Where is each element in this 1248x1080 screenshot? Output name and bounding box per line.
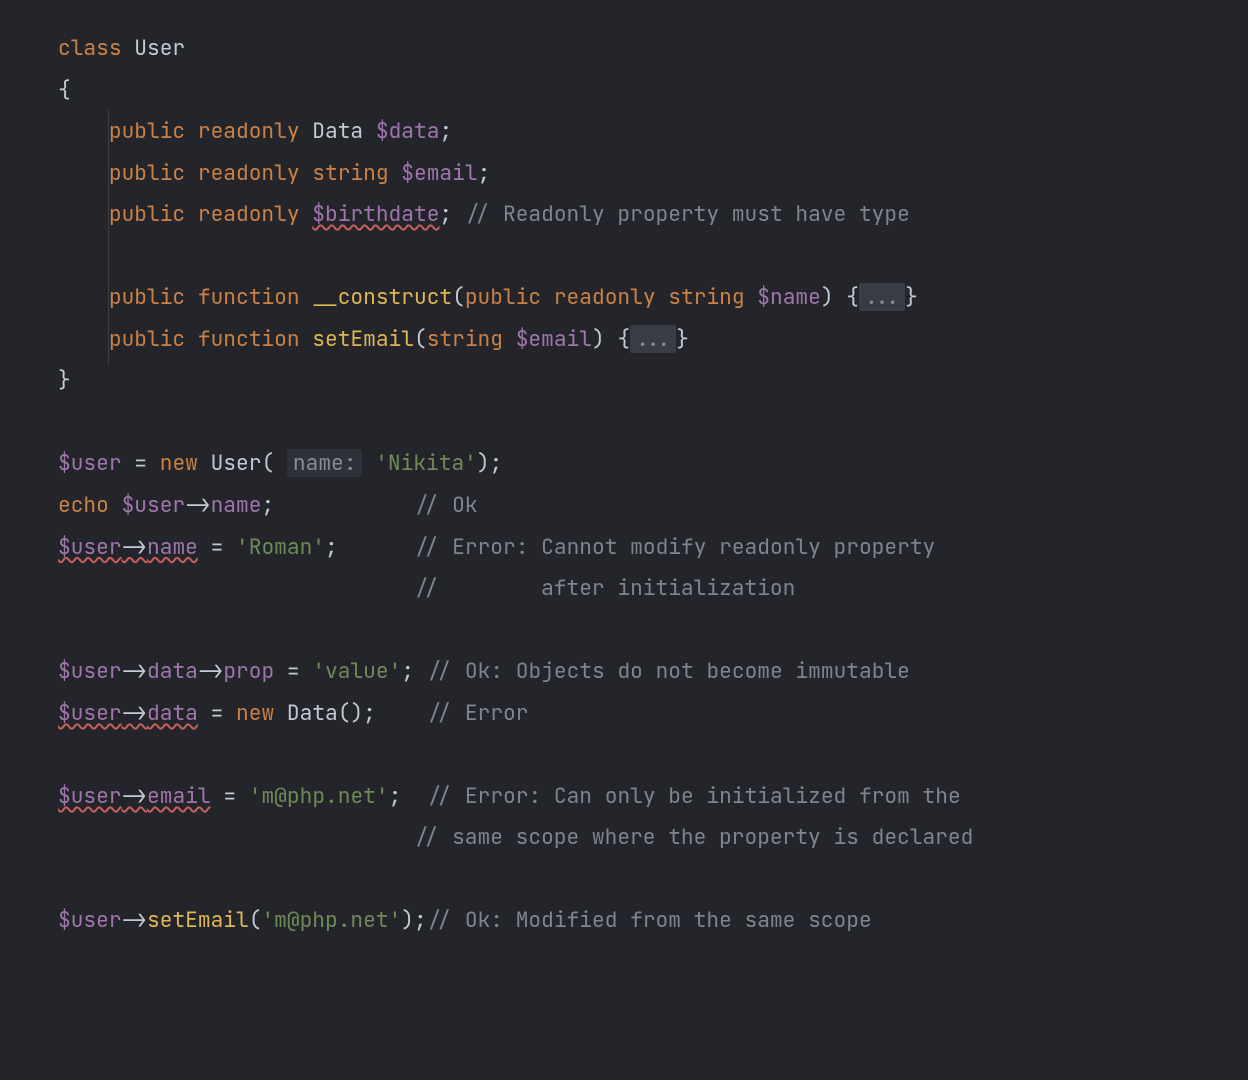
brace-open: { [58, 76, 71, 104]
prop-email-error: email [147, 782, 211, 810]
var-name: $name [757, 283, 821, 311]
code-block[interactable]: class User { public readonly Data $data;… [0, 0, 1248, 942]
prop-name-error: name [147, 533, 198, 561]
keyword-readonly: readonly [198, 159, 300, 187]
keyword-readonly: readonly [554, 283, 656, 311]
keyword-class: class [58, 34, 122, 62]
keyword-public: public [109, 325, 185, 353]
var-data: $data [376, 117, 440, 145]
comment-err-scope2: // same scope where the property is decl… [414, 823, 973, 851]
prop-data: data [147, 657, 198, 685]
keyword-echo: echo [58, 491, 109, 519]
keyword-function: function [198, 325, 300, 353]
class-ref-data: Data [287, 699, 338, 727]
prop-prop: prop [223, 657, 274, 685]
var-birthdate-error: $birthdate [312, 200, 439, 228]
keyword-new: new [160, 449, 198, 477]
keyword-public: public [109, 283, 185, 311]
prop-data-error: data [147, 699, 198, 727]
type-string: string [668, 283, 744, 311]
var-user-error: $user [58, 533, 122, 561]
comment-err-scope1: // Error: Can only be initialized from t… [427, 782, 961, 810]
string-mphp: 'm@php.net' [249, 782, 389, 810]
var-email: $email [516, 325, 592, 353]
editor-viewport: class User { public readonly Data $data;… [0, 0, 1248, 942]
comment-readonly-type: // Readonly property must have type [465, 200, 910, 228]
var-user-error: $user [58, 699, 122, 727]
type-string: string [312, 159, 388, 187]
type-string: string [427, 325, 503, 353]
keyword-readonly: readonly [198, 200, 300, 228]
var-user-error: $user [58, 782, 122, 810]
keyword-public: public [465, 283, 541, 311]
comment-ok-modified: // Ok: Modified from the same scope [427, 906, 872, 934]
var-email: $email [401, 159, 477, 187]
class-name: User [134, 34, 185, 62]
keyword-new: new [236, 699, 274, 727]
keyword-readonly: readonly [198, 117, 300, 145]
class-ref-user: User [211, 449, 262, 477]
var-user: $user [122, 491, 186, 519]
string-nikita: 'Nikita' [375, 449, 477, 477]
comment-ok-objects: // Ok: Objects do not become immutable [427, 657, 910, 685]
type-data: Data [312, 117, 363, 145]
keyword-public: public [109, 200, 185, 228]
var-user: $user [58, 906, 122, 934]
code-fold[interactable]: ... [630, 325, 676, 353]
method-setemail: setEmail [147, 906, 249, 934]
param-hint-name: name: [287, 449, 363, 477]
code-fold[interactable]: ... [859, 283, 905, 311]
brace-close: } [58, 366, 71, 394]
comment-err-modify1: // Error: Cannot modify readonly propert… [414, 533, 935, 561]
indent-guide [108, 110, 109, 366]
keyword-public: public [109, 117, 185, 145]
string-roman: 'Roman' [236, 533, 325, 561]
comment-error: // Error [427, 699, 529, 727]
string-value: 'value' [312, 657, 401, 685]
keyword-public: public [109, 159, 185, 187]
string-mphp: 'm@php.net' [261, 906, 401, 934]
fn-construct: __construct [312, 283, 452, 311]
comment-ok: // Ok [414, 491, 478, 519]
fn-setemail: setEmail [312, 325, 414, 353]
var-user: $user [58, 657, 122, 685]
keyword-function: function [198, 283, 300, 311]
comment-err-modify2: // after initialization [414, 574, 795, 602]
var-user: $user [58, 449, 122, 477]
prop-name: name [211, 491, 262, 519]
